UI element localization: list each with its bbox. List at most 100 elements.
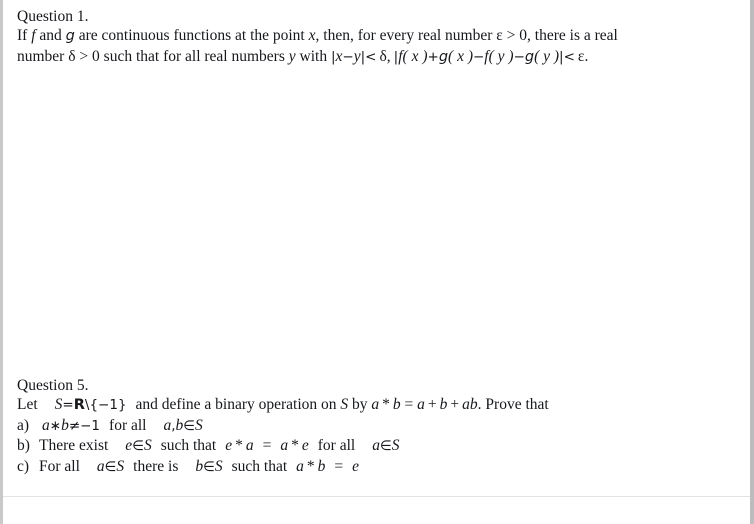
- c-mid-text: there is: [133, 457, 179, 475]
- math-element-of-2: ∈: [379, 438, 392, 454]
- math-var-a-1: a: [96, 457, 105, 475]
- math-comma: ,: [386, 47, 391, 65]
- q1-l2-text-1: number: [17, 47, 69, 65]
- question-1-block: Question 1. If f and g are continuous fu…: [17, 7, 736, 67]
- math-brace-open: {: [89, 397, 99, 413]
- math-var-b-1: b: [392, 396, 401, 413]
- math-identity-e-2: e: [225, 437, 233, 454]
- c-lead-text: For all: [39, 457, 80, 475]
- math-minus-3: −: [513, 48, 525, 65]
- math-equals: =: [334, 457, 344, 475]
- math-func-g-1: g: [438, 48, 449, 65]
- math-brace-close: }: [117, 397, 127, 413]
- document-page: Question 1. If f and g are continuous fu…: [0, 0, 754, 524]
- q1-l2-text-3: with: [295, 47, 331, 65]
- q1-l1-text-2: and: [35, 27, 66, 44]
- math-element-of-2: ∈: [203, 458, 215, 475]
- math-var-a-1: a: [245, 437, 254, 454]
- q5-l1-text-2: by: [348, 396, 372, 413]
- question-5-block: Question 5. Let S=R\{−1} and define a bina…: [17, 376, 736, 477]
- question-1-line-2: number δ > 0 such that for all real numb…: [17, 47, 736, 68]
- math-var-b-2: b: [439, 396, 448, 413]
- math-star: *: [306, 457, 315, 475]
- math-reals-R: R: [73, 397, 85, 413]
- math-var-a: a: [42, 416, 50, 434]
- question-1-heading: Question 1.: [17, 8, 89, 25]
- math-less-than-1: <: [365, 48, 377, 65]
- math-set-S-1: S: [143, 437, 152, 454]
- math-var-a-2: a: [296, 457, 304, 475]
- math-minus-one-value: −1: [80, 417, 101, 434]
- math-var-b-1: b: [195, 457, 204, 475]
- math-arg-y-2: ( y ): [534, 47, 560, 65]
- math-var-b-2: b: [317, 457, 326, 475]
- math-equals: =: [262, 437, 272, 454]
- math-less-than-2: <: [563, 48, 575, 65]
- question-5-item-a: a) a∗b≠−1 for all a,b∈S: [17, 416, 736, 437]
- math-star-1: *: [382, 396, 390, 413]
- question-1-line-1: If f and g are continuous functions at t…: [17, 26, 736, 47]
- math-plus-b: +: [450, 396, 460, 413]
- math-set-S-2: S: [340, 396, 349, 413]
- math-symbol-delta: δ: [68, 47, 76, 65]
- math-element-of-1: ∈: [132, 438, 144, 454]
- list-marker-b: b): [17, 437, 30, 454]
- math-product-ab: ab: [462, 396, 478, 413]
- math-element-of: ∈: [183, 417, 196, 434]
- question-5-item-c: c) For all a∈S there is b∈S such that a * b = e: [17, 457, 736, 478]
- math-var-a-3: a: [372, 437, 380, 454]
- b-such-that-text: such that: [160, 437, 217, 454]
- document-content: Question 1. If f and g are continuous fu…: [3, 0, 750, 524]
- q5-l1-text-4: . Prove that: [477, 396, 549, 413]
- math-element-of-1: ∈: [104, 458, 117, 475]
- math-arg-y-1: ( y ): [488, 47, 514, 65]
- math-identity-e-3: e: [301, 437, 309, 454]
- math-arg-x-1: ( x ): [402, 47, 428, 65]
- quantifier-for-all: for all: [109, 416, 147, 434]
- q5-l1-text-3: =: [400, 396, 418, 413]
- math-equals: =: [62, 397, 74, 413]
- math-symbol-delta-2: δ: [379, 47, 387, 65]
- math-var-x: x: [308, 27, 316, 44]
- math-var-b: b: [61, 416, 69, 434]
- math-star-1: *: [235, 437, 243, 454]
- math-not-equals: ≠: [68, 417, 81, 434]
- q1-l1-text-5: > 0, there is a real: [502, 27, 618, 44]
- q1-l2-text-2: > 0 such that for all real numbers: [75, 47, 289, 65]
- question-5-line-1: Let S=R\{−1} and define a binary operation…: [17, 395, 736, 416]
- math-func-g-2: g: [524, 48, 535, 65]
- math-period: .: [584, 47, 589, 65]
- question-5-item-b: b) There exist e∈S such that e * a = a * e for all a…: [17, 436, 736, 457]
- math-minus-1: −: [342, 48, 354, 65]
- math-arg-x-2: ( x ): [448, 47, 473, 65]
- q5-l1-text-1: and define a binary operation on: [135, 396, 341, 413]
- math-var-y: y: [288, 47, 296, 65]
- list-marker-a: a): [17, 416, 30, 434]
- math-var-a-2: a: [417, 396, 425, 413]
- math-star-operator: ∗: [49, 417, 62, 434]
- q1-l1-text-3: are continuous functions at the point: [74, 27, 309, 44]
- c-such-that-text: such that: [231, 457, 288, 475]
- b-lead-text: There exist: [39, 437, 109, 454]
- question-5-heading: Question 5.: [17, 377, 89, 394]
- math-star-2: *: [291, 437, 299, 454]
- math-var-a-1: a: [371, 396, 380, 413]
- q1-l1-text-1: If: [17, 27, 32, 44]
- q5-let-keyword: Let: [17, 396, 38, 413]
- math-var-y-1: y: [353, 47, 361, 65]
- math-var-g: g: [65, 28, 75, 44]
- math-identity-e: e: [352, 457, 360, 475]
- math-minus-2: −: [472, 48, 485, 65]
- math-set-S: S: [195, 416, 203, 434]
- math-plus-1: +: [427, 48, 439, 65]
- math-set-S-2: S: [391, 437, 400, 454]
- math-var-a-2: a: [280, 437, 289, 454]
- math-minus-one: −1: [98, 397, 118, 413]
- q1-l1-text-4: , then, for every real number: [315, 27, 497, 44]
- math-plus-a: +: [427, 396, 437, 413]
- math-set-S-1: S: [116, 457, 125, 475]
- quantifier-for-all: for all: [317, 437, 356, 454]
- blank-working-space: [17, 67, 736, 376]
- list-marker-c: c): [17, 457, 30, 475]
- math-set-S-2: S: [214, 457, 223, 475]
